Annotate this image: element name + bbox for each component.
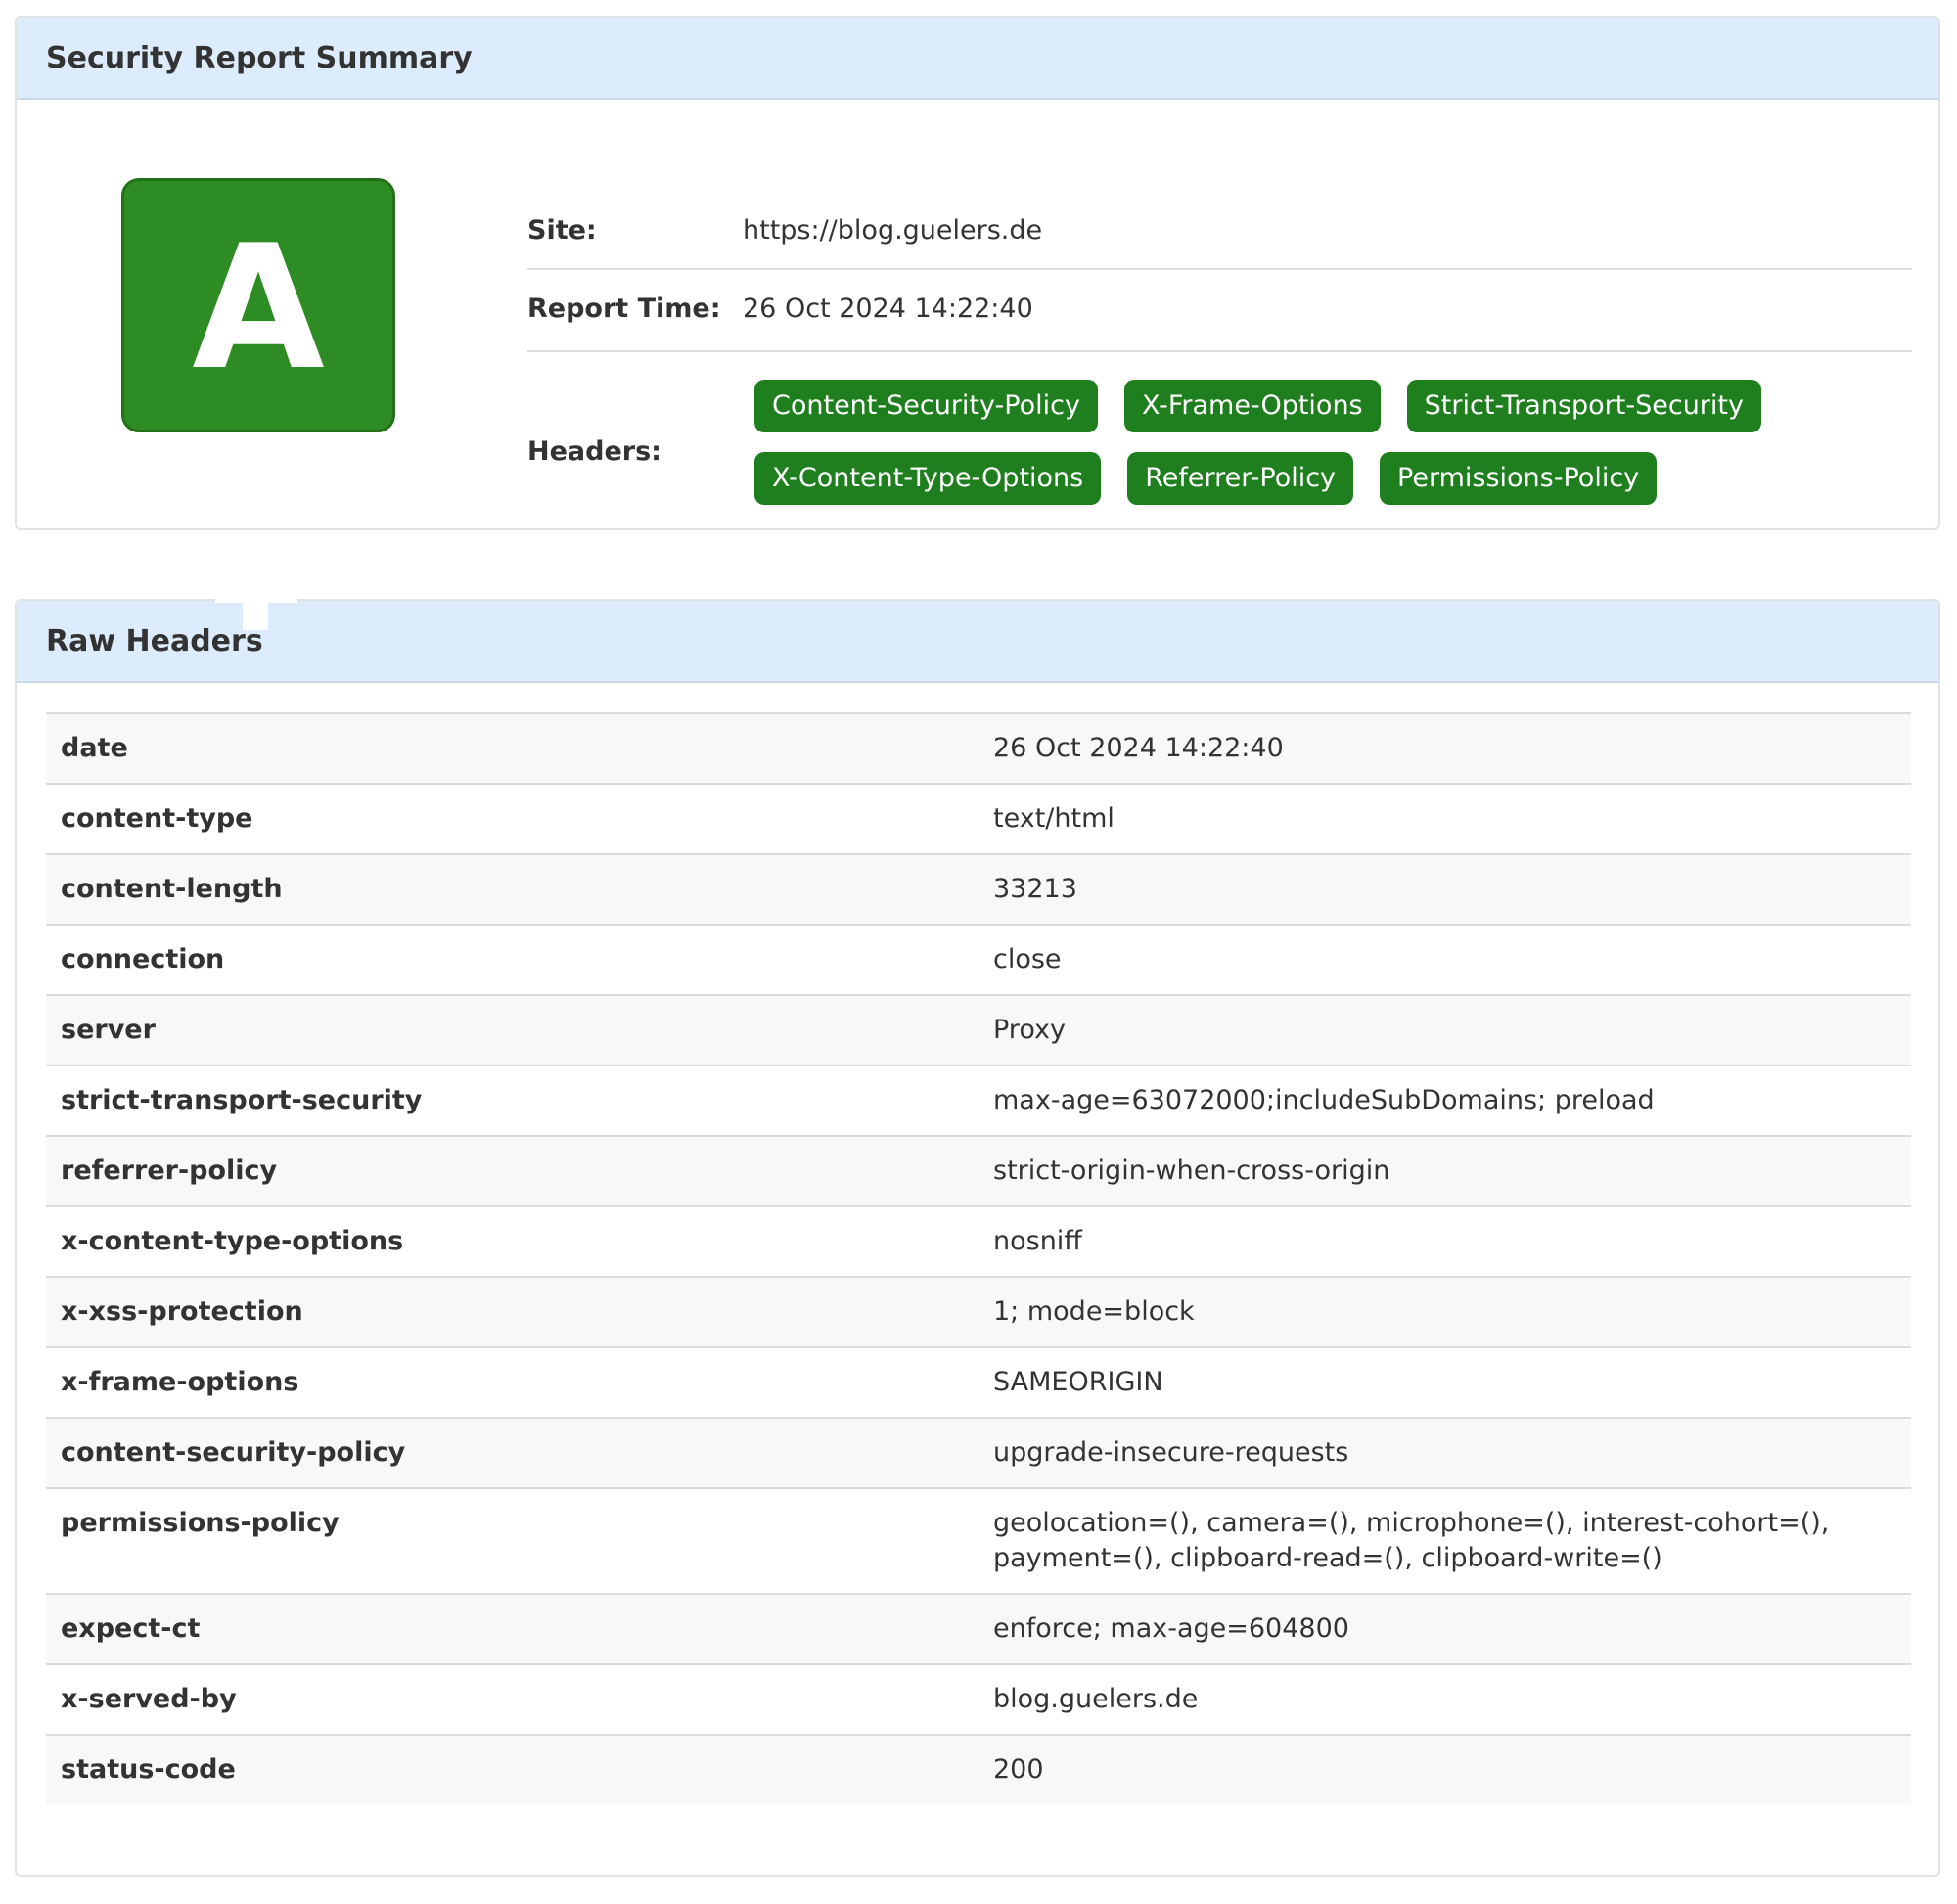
header-value: close — [978, 924, 1911, 995]
header-value: SAMEORIGIN — [978, 1346, 1911, 1418]
header-name: permissions-policy — [46, 1487, 978, 1594]
header-value: nosniff — [978, 1205, 1911, 1277]
header-badge: X-Content-Type-Options — [754, 452, 1102, 505]
header-badge: Referrer-Policy — [1127, 452, 1354, 505]
table-row: expect-ct enforce; max-age=604800 — [46, 1593, 1911, 1664]
table-row: content-security-policy upgrade-insecure-… — [46, 1417, 1911, 1488]
header-notch-top — [215, 593, 297, 603]
table-row: referrer-policy strict-origin-when-cross-… — [46, 1135, 1911, 1206]
table-row: date 26 Oct 2024 14:22:40 — [46, 712, 1911, 784]
header-name: server — [46, 994, 978, 1065]
header-value: 200 — [978, 1734, 1911, 1804]
header-name: date — [46, 712, 978, 784]
table-row: server Proxy — [46, 994, 1911, 1065]
header-value: blog.guelers.de — [978, 1663, 1911, 1735]
table-row: x-frame-options SAMEORIGIN — [46, 1346, 1911, 1418]
header-value: strict-origin-when-cross-origin — [978, 1135, 1911, 1206]
report-time-label: Report Time: — [527, 294, 721, 324]
header-value: text/html — [978, 783, 1911, 854]
table-row: x-content-type-options nosniff — [46, 1205, 1911, 1277]
header-name: expect-ct — [46, 1593, 978, 1664]
header-name: connection — [46, 924, 978, 995]
table-row: x-xss-protection 1; mode=block — [46, 1276, 1911, 1347]
table-row: status-code 200 — [46, 1734, 1911, 1804]
header-value: upgrade-insecure-requests — [978, 1417, 1911, 1488]
summary-title: Security Report Summary — [46, 40, 473, 75]
site-value: https://blog.guelers.de — [743, 215, 1043, 246]
header-value: geolocation=(), camera=(), microphone=()… — [978, 1487, 1911, 1594]
grade-letter: A — [192, 208, 325, 408]
header-name: content-type — [46, 783, 978, 854]
summary-header: Security Report Summary — [17, 18, 1938, 100]
summary-panel: Security Report Summary A Site: https://… — [15, 16, 1940, 530]
headers-label: Headers: — [527, 436, 661, 467]
site-row: Site: https://blog.guelers.de — [527, 182, 1912, 270]
header-value: enforce; max-age=604800 — [978, 1593, 1911, 1664]
header-name: content-security-policy — [46, 1417, 978, 1488]
header-badge: Strict-Transport-Security — [1406, 380, 1761, 432]
raw-headers-title: Raw Headers — [46, 623, 263, 658]
header-name: referrer-policy — [46, 1135, 978, 1206]
table-row: content-length 33213 — [46, 853, 1911, 925]
table-row: connection close — [46, 924, 1911, 995]
report-time-value: 26 Oct 2024 14:22:40 — [743, 294, 1033, 324]
header-value: 1; mode=block — [978, 1276, 1911, 1347]
header-name: x-served-by — [46, 1663, 978, 1735]
table-row: permissions-policy geolocation=(), camera… — [46, 1487, 1911, 1594]
site-label: Site: — [527, 215, 597, 246]
header-badge: Content-Security-Policy — [754, 380, 1098, 432]
grade-badge: A — [121, 178, 395, 432]
header-name: content-length — [46, 853, 978, 925]
header-name: strict-transport-security — [46, 1065, 978, 1136]
raw-headers-header: Raw Headers — [17, 601, 1938, 683]
header-badge: Permissions-Policy — [1380, 452, 1658, 505]
table-row: strict-transport-security max-age=6307200… — [46, 1065, 1911, 1136]
header-name: x-xss-protection — [46, 1276, 978, 1347]
table-row: content-type text/html — [46, 783, 1911, 854]
header-value: max-age=63072000;includeSubDomains; prel… — [978, 1065, 1911, 1136]
header-badges: Content-Security-Policy X-Frame-Options St… — [754, 380, 1909, 505]
header-value: Proxy — [978, 994, 1911, 1065]
table-row: x-served-by blog.guelers.de — [46, 1663, 1911, 1735]
raw-headers-table: date 26 Oct 2024 14:22:40 content-type text… — [46, 712, 1911, 1804]
report-time-row: Report Time: 26 Oct 2024 14:22:40 — [527, 270, 1912, 352]
header-value: 33213 — [978, 853, 1911, 925]
header-name: status-code — [46, 1734, 978, 1804]
header-badge: X-Frame-Options — [1123, 380, 1381, 432]
header-value: 26 Oct 2024 14:22:40 — [978, 712, 1911, 784]
header-name: x-frame-options — [46, 1346, 978, 1418]
headers-row: Headers: Content-Security-Policy X-Frame-… — [527, 352, 1912, 528]
header-name: x-content-type-options — [46, 1205, 978, 1277]
raw-headers-panel: Raw Headers date 26 Oct 2024 14:22:40 cont… — [15, 599, 1940, 1877]
